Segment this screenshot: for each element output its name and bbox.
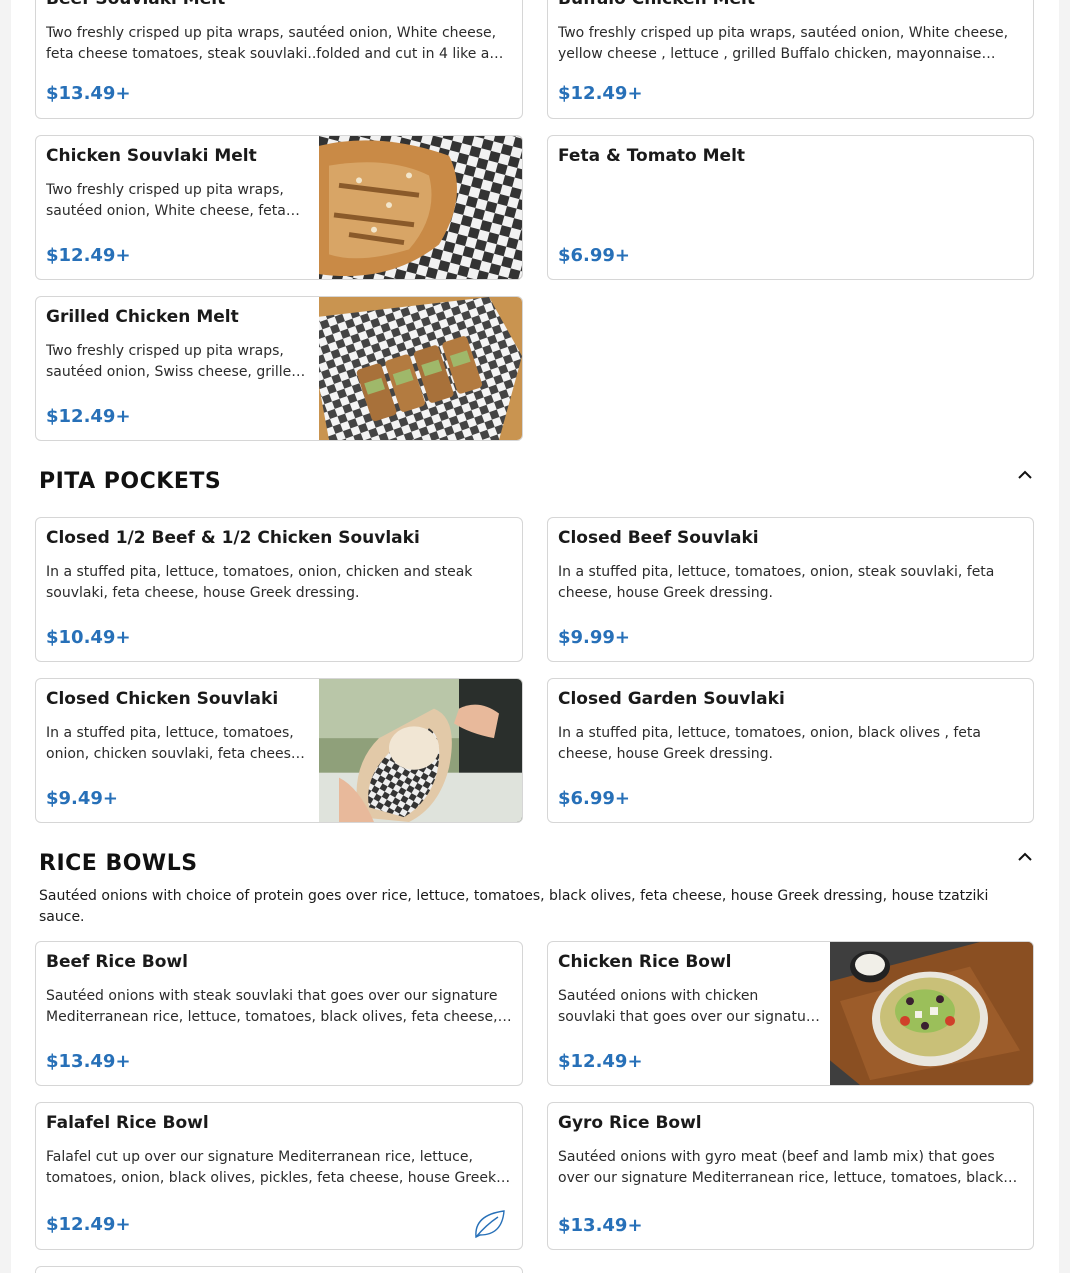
item-title: Closed Beef Souvlaki bbox=[558, 528, 759, 548]
item-price: $6.99+ bbox=[558, 788, 631, 809]
item-price: $6.99+ bbox=[558, 245, 631, 266]
menu-item-card[interactable]: Chicken Souvlaki Melt Two freshly crispe… bbox=[35, 135, 523, 280]
menu-item-card[interactable]: Gyro Rice Bowl Sautéed onions with gyro … bbox=[547, 1102, 1034, 1250]
menu-item-card[interactable]: Feta & Tomato Melt $6.99+ bbox=[547, 135, 1034, 280]
item-price: $9.99+ bbox=[558, 627, 631, 648]
item-price: $12.49+ bbox=[558, 1051, 643, 1072]
item-description: Two freshly crisped up pita wraps, sauté… bbox=[558, 25, 1009, 62]
item-description: Falafel cut up over our signature Medite… bbox=[46, 1149, 497, 1186]
item-title: Buffalo Chicken Melt bbox=[558, 0, 755, 9]
menu-item-card[interactable]: Beef Rice Bowl Sautéed onions with steak… bbox=[35, 941, 523, 1086]
chevron-up-icon[interactable] bbox=[1016, 850, 1034, 864]
item-title: Closed Garden Souvlaki bbox=[558, 689, 785, 709]
item-description: Sautéed onions with chicken souvlaki tha… bbox=[558, 988, 820, 1025]
item-title: Chicken Souvlaki Melt bbox=[46, 146, 257, 166]
item-price: $13.49+ bbox=[46, 1051, 131, 1072]
menu-item-card[interactable]: Buffalo Chicken Melt Two freshly crisped… bbox=[547, 0, 1034, 119]
item-price: $13.49+ bbox=[558, 1215, 643, 1236]
item-title: Closed 1/2 Beef & 1/2 Chicken Souvlaki bbox=[46, 528, 420, 548]
menu-item-card[interactable]: Falafel Rice Bowl Falafel cut up over ou… bbox=[35, 1102, 523, 1250]
menu-item-card[interactable]: Closed Beef Souvlaki In a stuffed pita, … bbox=[547, 517, 1034, 662]
item-photo bbox=[830, 942, 1033, 1085]
item-title: Beef Souvlaki Melt bbox=[46, 0, 225, 9]
item-description: Two freshly crisped up pita wraps, sauté… bbox=[46, 25, 497, 62]
item-title: Closed Chicken Souvlaki bbox=[46, 689, 279, 709]
menu-item-card[interactable]: Beef Souvlaki Melt Two freshly crisped u… bbox=[35, 0, 523, 119]
item-price: $12.49+ bbox=[558, 83, 643, 104]
menu-item-card[interactable]: Closed Garden Souvlaki In a stuffed pita… bbox=[547, 678, 1034, 823]
item-title: Falafel Rice Bowl bbox=[46, 1113, 209, 1133]
item-price: $12.49+ bbox=[46, 245, 131, 266]
item-title: Gyro Rice Bowl bbox=[558, 1113, 702, 1133]
item-description: In a stuffed pita, lettuce, tomatoes, on… bbox=[46, 725, 304, 762]
item-title: Beef Rice Bowl bbox=[46, 952, 188, 972]
section-title-rice-bowls: RICE BOWLS bbox=[39, 851, 198, 876]
item-title: Grilled Chicken Melt bbox=[46, 307, 239, 327]
item-description: In a stuffed pita, lettuce, tomatoes, on… bbox=[46, 564, 473, 601]
item-photo bbox=[319, 297, 522, 440]
item-photo bbox=[319, 136, 522, 279]
item-price: $13.49+ bbox=[46, 83, 131, 104]
menu-item-card[interactable]: Closed Chicken Souvlaki In a stuffed pit… bbox=[35, 678, 523, 823]
item-title: Chicken Rice Bowl bbox=[558, 952, 732, 972]
section-title-pita-pockets: PITA POCKETS bbox=[39, 469, 222, 494]
leaf-icon bbox=[475, 1210, 505, 1239]
item-description: Two freshly crisped up pita wraps, sauté… bbox=[46, 182, 286, 219]
section-description: Sautéed onions with choice of protein go… bbox=[39, 888, 989, 925]
menu-item-card[interactable]: Closed 1/2 Beef & 1/2 Chicken Souvlaki I… bbox=[35, 517, 523, 662]
item-description: In a stuffed pita, lettuce, tomatoes, on… bbox=[558, 564, 995, 601]
item-title: Feta & Tomato Melt bbox=[558, 146, 746, 166]
menu-item-card[interactable] bbox=[35, 1266, 523, 1273]
item-photo bbox=[319, 679, 522, 822]
item-price: $10.49+ bbox=[46, 627, 131, 648]
item-price: $9.49+ bbox=[46, 788, 119, 809]
item-description: Two freshly crisped up pita wraps, sauté… bbox=[46, 343, 301, 380]
menu-item-card[interactable]: Chicken Rice Bowl Sautéed onions with ch… bbox=[547, 941, 1034, 1086]
item-description: Sautéed onions with steak souvlaki that … bbox=[46, 988, 498, 1025]
menu-item-card[interactable]: Grilled Chicken Melt Two freshly crisped… bbox=[35, 296, 523, 441]
item-description: In a stuffed pita, lettuce, tomatoes, on… bbox=[558, 725, 981, 762]
item-price: $12.49+ bbox=[46, 406, 131, 427]
item-price: $12.49+ bbox=[46, 1214, 131, 1235]
chevron-up-icon[interactable] bbox=[1016, 468, 1034, 482]
item-description: Sautéed onions with gyro meat (beef and … bbox=[558, 1149, 1004, 1186]
